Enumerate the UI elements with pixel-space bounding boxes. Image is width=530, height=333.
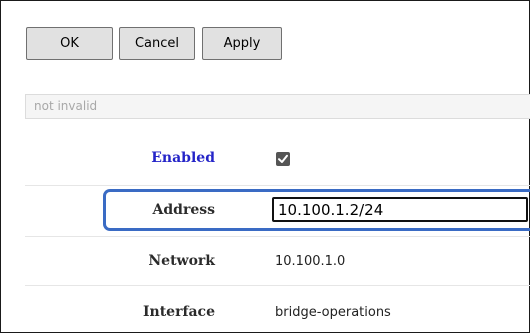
checkmark-icon	[278, 154, 288, 163]
apply-button[interactable]: Apply	[202, 27, 282, 60]
address-label: Address	[152, 202, 216, 218]
row-divider	[25, 185, 530, 186]
network-label: Network	[148, 253, 215, 269]
enabled-checkbox[interactable]	[276, 152, 290, 166]
interface-value: bridge-operations	[275, 305, 391, 320]
row-divider	[25, 285, 530, 286]
cancel-button[interactable]: Cancel	[119, 27, 195, 60]
dialog-window: OK Cancel Apply not invalid Enabled Addr…	[0, 0, 530, 333]
ok-button[interactable]: OK	[26, 27, 113, 60]
enabled-label: Enabled	[151, 150, 215, 166]
interface-label: Interface	[142, 304, 215, 320]
status-bar: not invalid	[25, 94, 530, 119]
row-divider	[25, 236, 530, 237]
network-value: 10.100.1.0	[275, 254, 346, 269]
address-input[interactable]	[272, 197, 528, 222]
